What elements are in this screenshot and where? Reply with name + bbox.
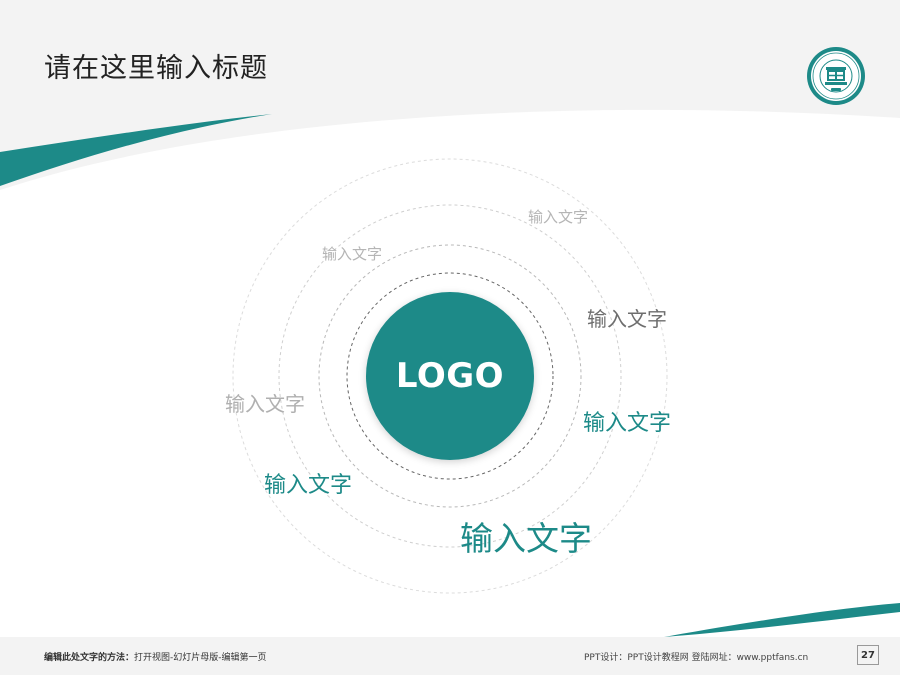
center-logo-circle: LOGO <box>366 292 534 460</box>
footer-hint-text: 打开视图-幻灯片母版-编辑第一页 <box>134 653 267 663</box>
footer-hint: 编辑此处文字的方法：打开视图-幻灯片母版-编辑第一页 <box>44 650 267 663</box>
university-seal-icon <box>807 47 865 105</box>
orbit-label-2: 输入文字 <box>322 245 383 263</box>
orbit-label-4: 输入文字 <box>225 392 305 416</box>
orbit-label-1: 输入文字 <box>528 208 589 226</box>
orbit-label-3: 输入文字 <box>587 307 667 331</box>
orbit-label-7: 输入文字 <box>460 519 592 558</box>
logo-label: LOGO <box>395 356 505 396</box>
footer-hint-label: 编辑此处文字的方法： <box>44 653 135 663</box>
orbit-label-6: 输入文字 <box>264 473 353 498</box>
page-title: 请在这里输入标题 <box>44 53 268 84</box>
page-number: 27 <box>857 645 879 665</box>
orbit-label-5: 输入文字 <box>583 411 672 436</box>
footer-credit: PPT设计：PPT设计教程网 登陆网址：www.pptfans.cn <box>584 653 809 663</box>
